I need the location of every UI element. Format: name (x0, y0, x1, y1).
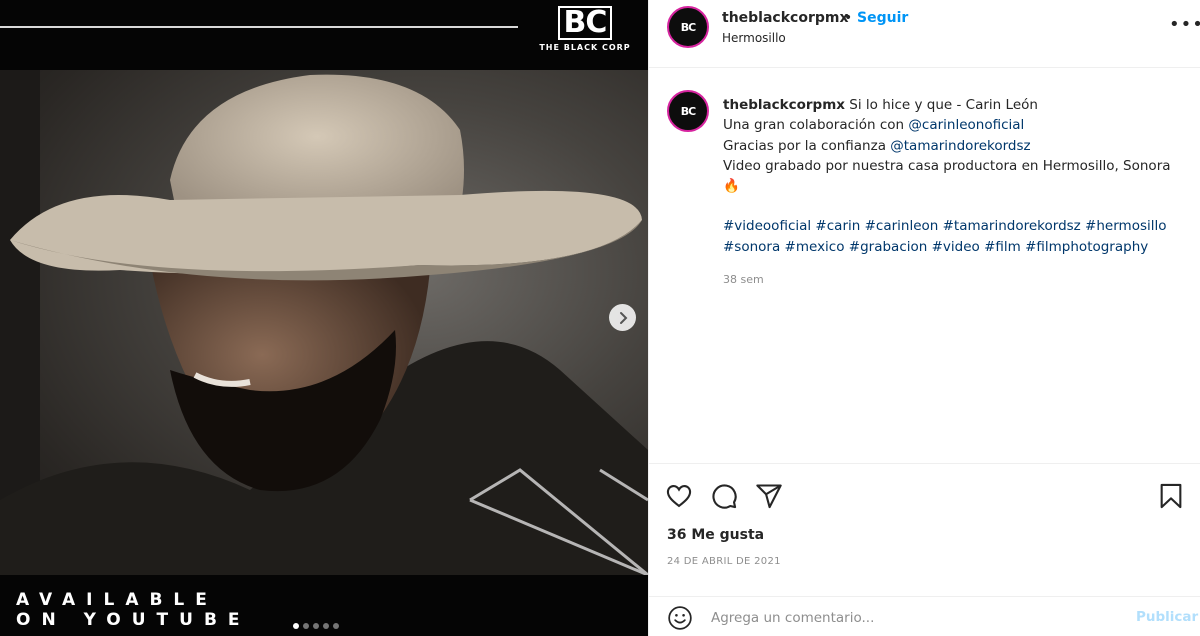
caption-avatar[interactable]: BC (667, 90, 709, 132)
comment-input[interactable] (711, 607, 1111, 629)
carousel-dot (333, 623, 339, 629)
brand-logo: BC THE BLACK CORP (530, 6, 640, 52)
location-link[interactable]: Hermosillo (722, 31, 786, 45)
caption-username[interactable]: theblackcorpmx (723, 97, 845, 113)
instagram-post: BC THE BLACK CORP AVAILABLE ON YOUTUBE B… (0, 0, 1200, 636)
caption-line-4: Video grabado por nuestra casa productor… (723, 157, 1171, 174)
comment-icon[interactable] (710, 482, 738, 510)
carousel-dot (313, 623, 319, 629)
carousel-dot (323, 623, 329, 629)
heart-icon[interactable] (665, 482, 693, 510)
more-options-button[interactable]: ••• (1169, 14, 1200, 35)
caption-text: theblackcorpmx Si lo hice y que - Carin … (723, 95, 1193, 257)
smiley-icon[interactable] (667, 605, 693, 631)
media-top-line (0, 26, 518, 28)
mention-link[interactable]: @tamarindorekordsz (890, 138, 1030, 154)
post-photo (0, 70, 648, 575)
send-icon[interactable] (755, 482, 783, 510)
mention-link[interactable]: @carinleonoficial (908, 117, 1024, 133)
caption-title: Si lo hice y que - Carin León (849, 97, 1038, 113)
caption-line-2: Una gran colaboración con (723, 117, 909, 134)
carousel-dot (303, 623, 309, 629)
follow-button[interactable]: Seguir (857, 10, 908, 26)
chevron-right-icon (619, 311, 627, 324)
avatar-mark: BC (680, 20, 697, 34)
carousel-dot (293, 623, 299, 629)
avatar-mark: BC (680, 104, 697, 118)
banner-line-1: AVAILABLE (16, 590, 218, 610)
fire-emoji: 🔥 (723, 178, 740, 195)
avatar[interactable]: BC (667, 6, 709, 48)
brand-name: THE BLACK CORP (539, 43, 631, 52)
hashtags-line-1[interactable]: #videooficial #carin #carinleon #tamarin… (723, 218, 1167, 234)
brand-mark: BC (557, 6, 613, 40)
separator-dot: • (844, 10, 853, 26)
hashtags-line-2[interactable]: #sonora #mexico #grabacion #video #film … (723, 239, 1148, 255)
likes-count[interactable]: 36 Me gusta (667, 527, 764, 543)
carousel-indicator (293, 623, 339, 629)
action-bar (649, 463, 1200, 523)
youtube-banner: AVAILABLE ON YOUTUBE (16, 590, 251, 630)
caption-line-3: Gracias por la confianza (723, 137, 891, 154)
time-ago[interactable]: 38 sem (723, 273, 764, 286)
publish-button[interactable]: Publicar (1136, 609, 1198, 625)
username-link[interactable]: theblackcorpmx (722, 10, 849, 26)
post-date: 24 DE ABRIL DE 2021 (667, 556, 781, 567)
post-panel: BC theblackcorpmx • Seguir Hermosillo ••… (648, 0, 1200, 636)
bookmark-icon[interactable] (1157, 482, 1185, 510)
carousel-next-button[interactable] (609, 304, 636, 331)
banner-line-2: ON YOUTUBE (16, 610, 251, 630)
post-header: BC theblackcorpmx • Seguir Hermosillo ••… (649, 0, 1200, 68)
photo-illustration (0, 70, 648, 575)
comment-bar: Publicar (649, 596, 1200, 636)
post-media[interactable]: BC THE BLACK CORP AVAILABLE ON YOUTUBE (0, 0, 648, 636)
